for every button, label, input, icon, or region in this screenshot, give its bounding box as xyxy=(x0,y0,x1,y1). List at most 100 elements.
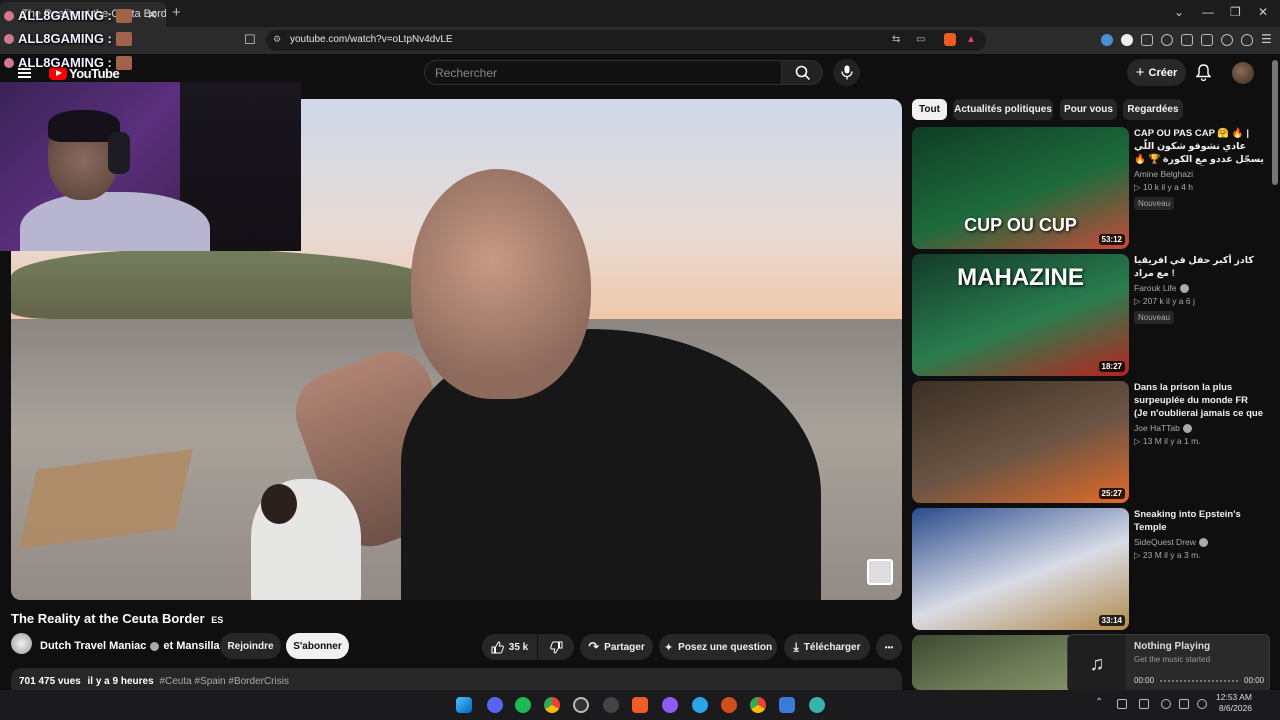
video-duration: 18:27 xyxy=(1098,361,1125,372)
app-icon[interactable] xyxy=(721,697,737,713)
chrome-profile-icon[interactable] xyxy=(750,697,766,713)
desktop-app-icon[interactable] xyxy=(779,697,795,713)
chip-label: Actualités politiques xyxy=(954,104,1052,115)
recommendation-channel[interactable]: SideQuest Drew xyxy=(1134,537,1264,547)
channel-name[interactable]: Dutch Travel Maniac et Mansilla xyxy=(40,640,220,652)
chat-badge-icon xyxy=(4,57,14,68)
brave-shields-icon[interactable] xyxy=(944,33,956,46)
recommendation-thumbnail[interactable]: 33:14 xyxy=(912,508,1129,630)
create-button[interactable]: + Créer xyxy=(1127,59,1186,86)
chat-username: ALL8GAMING : xyxy=(18,8,112,23)
share-button[interactable]: ↷ Partager xyxy=(580,634,653,660)
account-avatar[interactable] xyxy=(1232,62,1254,84)
download-button[interactable]: ⤓ Télécharger xyxy=(784,634,870,660)
dislike-button[interactable] xyxy=(538,634,574,660)
maximize-icon[interactable]: ❐ xyxy=(1230,5,1241,19)
channel-avatar[interactable] xyxy=(11,633,32,654)
new-tab-icon[interactable]: + xyxy=(172,4,181,21)
bookmark-icon[interactable]: ☐ xyxy=(244,32,256,48)
subscribe-button[interactable]: S'abonner xyxy=(286,633,349,659)
recommendation-thumbnail[interactable]: MAHAZINE 18:27 xyxy=(912,254,1129,376)
more-actions-icon: ••• xyxy=(884,642,894,652)
site-info-icon[interactable]: ⚙ xyxy=(273,34,281,45)
app-icon[interactable] xyxy=(662,697,678,713)
recommendation-channel[interactable]: Farouk Life xyxy=(1134,283,1264,293)
recommendation-info[interactable]: CAP OU PAS CAP 🤗 🔥 | عادي نشوفو شكون الل… xyxy=(1134,127,1264,211)
channel-watermark[interactable] xyxy=(867,559,893,585)
network-icon[interactable] xyxy=(1179,699,1189,709)
chat-overlay-line: ALL8GAMING : xyxy=(4,8,132,23)
brave-rewards-icon[interactable]: ▲ xyxy=(966,34,976,45)
music-player-widget[interactable]: ♫ Nothing Playing Get the music started … xyxy=(1067,634,1270,693)
tray-app-icon[interactable] xyxy=(1139,699,1149,709)
music-extension-icon[interactable] xyxy=(1161,34,1173,46)
cast-icon[interactable]: ▭ xyxy=(916,34,925,45)
chip-for-you[interactable]: Pour vous xyxy=(1060,99,1117,120)
minimize-icon[interactable]: — xyxy=(1202,5,1214,19)
video-frame-head xyxy=(411,169,591,399)
settings-app-icon[interactable] xyxy=(603,697,619,713)
share-icon: ↷ xyxy=(588,639,600,654)
obs-icon[interactable] xyxy=(573,697,589,713)
extension-icon[interactable] xyxy=(1101,34,1113,46)
vpn-icon[interactable] xyxy=(1241,34,1253,46)
recommendation-thumbnail[interactable]: CUP OU CUP 53:12 xyxy=(912,127,1129,249)
chat-emote-icon xyxy=(115,31,132,46)
tray-overflow-icon[interactable]: ⌃ xyxy=(1095,697,1103,708)
telegram-icon[interactable] xyxy=(692,697,708,713)
search-input[interactable] xyxy=(435,61,775,84)
notifications-bell-icon[interactable] xyxy=(1196,64,1211,81)
recommendation-channel[interactable]: Joe HaTTab xyxy=(1134,423,1264,433)
recommendation-info[interactable]: كادز أكبر حفل في افريقيا مع مراد ! Farouk… xyxy=(1134,254,1264,325)
recommendation-title: Sneaking into Epstein's Temple xyxy=(1134,509,1241,533)
extension-icon[interactable] xyxy=(1121,34,1133,46)
like-count: 35 k xyxy=(508,641,529,653)
recommendation-channel[interactable]: Amine Belghazi xyxy=(1134,169,1264,179)
edge-icon[interactable] xyxy=(809,697,825,713)
address-bar[interactable]: ⚙ youtube.com/watch?v=oLtpNv4dvLE ⇆ ▭ ▲ xyxy=(266,30,986,51)
menu-icon[interactable]: ☰ xyxy=(1261,32,1272,46)
recommendation-meta: ▷ 10 k il y a 4 h xyxy=(1134,182,1193,192)
join-label: Rejoindre xyxy=(227,640,274,652)
extension-icon[interactable] xyxy=(1141,34,1153,46)
like-button[interactable]: 35 k xyxy=(482,634,537,660)
chip-watched[interactable]: Regardées xyxy=(1123,99,1183,120)
system-clock[interactable]: 12:53 AM 8/6/2026 xyxy=(1216,692,1252,714)
join-button[interactable]: Rejoindre xyxy=(220,633,281,659)
start-menu-icon[interactable] xyxy=(456,697,472,713)
music-progress-track[interactable] xyxy=(1160,680,1238,682)
microphone-tray-icon[interactable] xyxy=(1161,699,1171,709)
tab-list-icon[interactable]: ⌄ xyxy=(1174,5,1184,19)
spotify-icon[interactable] xyxy=(515,697,531,713)
tray-app-icon[interactable] xyxy=(1117,699,1127,709)
microphone-icon xyxy=(841,65,853,80)
collaborator-text: et Mansilla xyxy=(163,640,220,652)
recommendation-info[interactable]: Sneaking into Epstein's Temple SideQuest … xyxy=(1134,508,1264,561)
translate-icon[interactable]: ⇆ xyxy=(892,34,900,45)
page-scrollbar-thumb[interactable] xyxy=(1272,60,1278,185)
search-button[interactable] xyxy=(781,60,823,85)
close-tab-icon[interactable]: ✕ xyxy=(147,7,158,23)
close-window-icon[interactable]: ✕ xyxy=(1258,5,1268,19)
recommendation-info[interactable]: Dans la prison la plus surpeuplée du mon… xyxy=(1134,381,1264,447)
ask-question-button[interactable]: ✦ Posez une question xyxy=(659,634,777,660)
hashtags[interactable]: #Ceuta #Spain #BorderCrisis xyxy=(159,676,289,687)
more-actions-button[interactable]: ••• xyxy=(876,634,902,660)
brave-browser-icon[interactable] xyxy=(632,697,648,713)
wallet-icon[interactable] xyxy=(1201,34,1213,46)
chat-username: ALL8GAMING : xyxy=(18,31,112,46)
leo-ai-icon[interactable] xyxy=(1221,34,1233,46)
video-duration: 33:14 xyxy=(1098,615,1125,626)
sidebar-icon[interactable] xyxy=(1181,34,1193,46)
recommendation-thumbnail[interactable]: 25:27 xyxy=(912,381,1129,503)
recommendation-channel-name: Farouk Life xyxy=(1134,283,1177,293)
discord-icon[interactable] xyxy=(487,697,503,713)
volume-icon[interactable] xyxy=(1197,699,1207,709)
chip-politics[interactable]: Actualités politiques xyxy=(953,99,1053,120)
voice-search-button[interactable] xyxy=(833,59,860,86)
music-time-end: 00:00 xyxy=(1244,676,1265,685)
search-box[interactable] xyxy=(424,60,782,85)
recommendation-meta: ▷ 207 k il y a 6 j xyxy=(1134,296,1195,306)
chip-all[interactable]: Tout xyxy=(912,99,947,120)
chrome-icon[interactable] xyxy=(544,697,560,713)
